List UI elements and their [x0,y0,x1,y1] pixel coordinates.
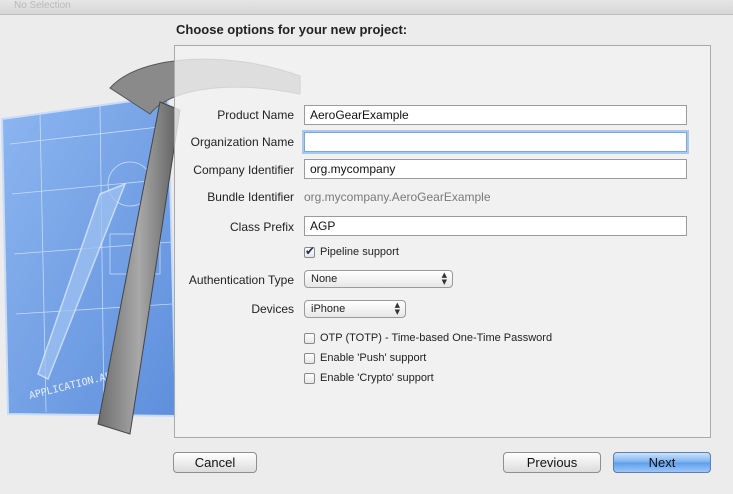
company-identifier-label: Company Identifier [193,163,294,177]
push-support-checkbox[interactable]: Enable 'Push' support [304,351,426,365]
authentication-type-popup[interactable]: None ▲ ▼ [304,270,453,288]
cancel-button[interactable]: Cancel [173,452,257,473]
popup-arrows-icon: ▲ ▼ [441,271,447,286]
pipeline-support-checkbox[interactable]: Pipeline support [304,244,399,259]
bundle-identifier-value: org.mycompany.AeroGearExample [304,190,491,204]
push-support-label: Enable 'Push' support [320,352,427,364]
options-panel [174,45,711,438]
crypto-support-label: Enable 'Crypto' support [320,372,434,384]
previous-button[interactable]: Previous [503,452,601,473]
pipeline-support-label: Pipeline support [320,246,399,258]
otp-checkbox[interactable]: OTP (TOTP) - Time-based One-Time Passwor… [304,331,552,345]
organization-name-field[interactable] [304,132,687,152]
popup-arrows-icon: ▲ ▼ [394,301,400,316]
window-title: No Selection [14,0,71,11]
devices-label: Devices [251,302,294,316]
devices-value: iPhone [311,303,346,315]
authentication-type-value: None [311,273,338,285]
bundle-identifier-label: Bundle Identifier [207,190,294,204]
checkbox-unchecked-icon [304,352,315,364]
checkbox-checked-icon [304,244,315,258]
product-name-label: Product Name [217,108,294,122]
product-name-field[interactable] [304,105,687,125]
company-identifier-field[interactable] [304,159,687,179]
page-title: Choose options for your new project: [176,22,408,37]
window-titlebar: No Selection [0,0,733,15]
authentication-type-label: Authentication Type [188,273,294,287]
checkbox-unchecked-icon [304,372,315,384]
checkbox-unchecked-icon [304,332,315,344]
crypto-support-checkbox[interactable]: Enable 'Crypto' support [304,371,434,385]
organization-name-label: Organization Name [190,135,294,149]
otp-label: OTP (TOTP) - Time-based One-Time Passwor… [320,332,553,344]
devices-popup[interactable]: iPhone ▲ ▼ [304,300,406,318]
class-prefix-label: Class Prefix [229,220,294,234]
next-button[interactable]: Next [613,452,711,473]
class-prefix-field[interactable] [304,216,687,236]
